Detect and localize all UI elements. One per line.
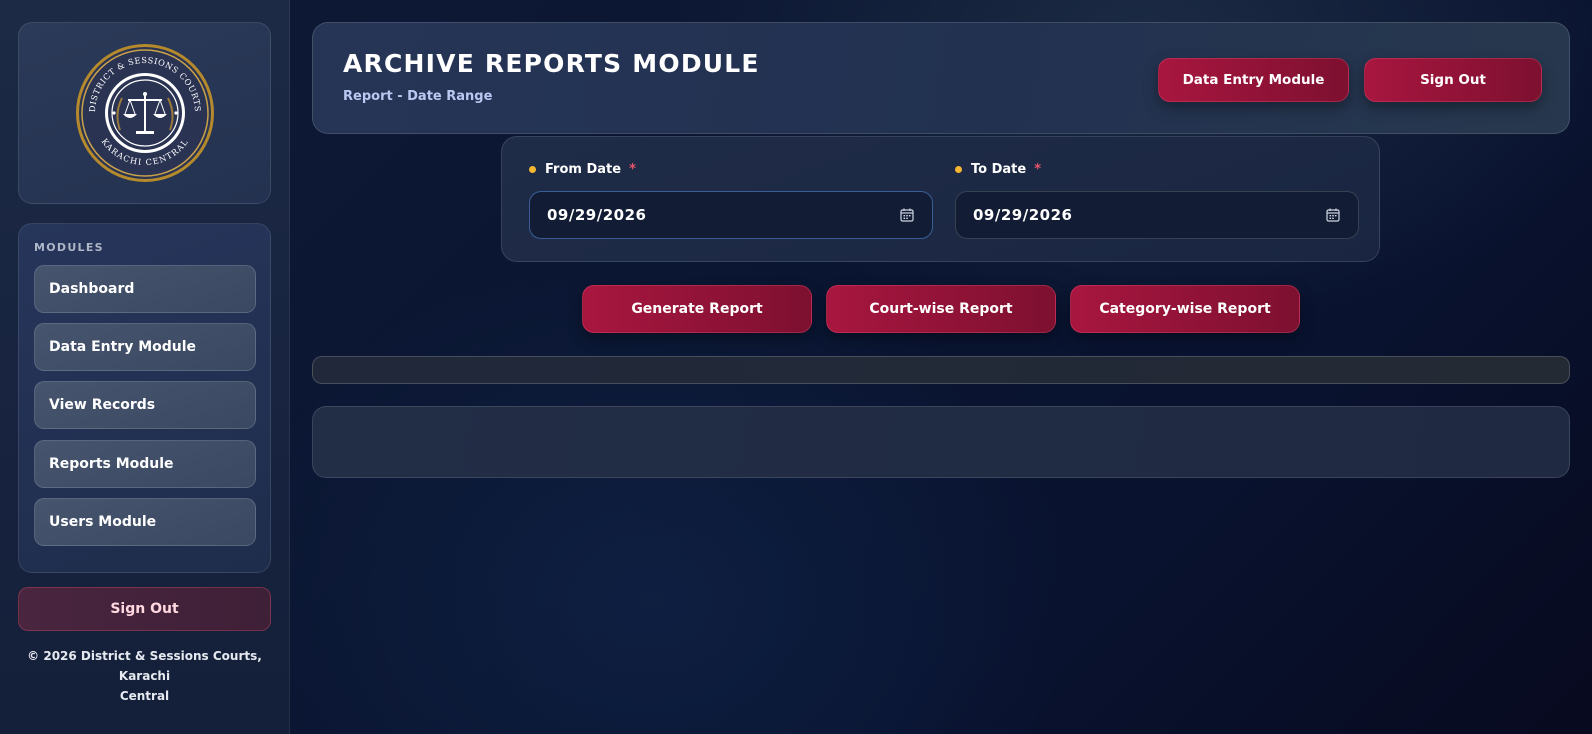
to-date-input[interactable]: 09/29/2026 [955,191,1359,239]
court-seal-logo: DISTRICT & SESSIONS COURTS KARACHI CENTR… [75,44,214,182]
copyright-line-2: Central [119,689,170,703]
results-panel [312,406,1570,478]
to-date-label: To Date * [955,162,1041,177]
generate-report-button[interactable]: Generate Report [582,285,812,333]
page-subtitle: Report - Date Range [343,89,493,104]
sidebar-item-label: View Records [49,397,156,413]
bullet-dot [955,166,962,173]
to-date-value: 09/29/2026 [973,206,1073,224]
modules-panel: MODULES Dashboard Data Entry Module View… [18,223,271,573]
logo-card: DISTRICT & SESSIONS COURTS KARACHI CENTR… [18,22,271,204]
sidebar-item-data-entry[interactable]: Data Entry Module [34,323,256,371]
header-signout-button[interactable]: Sign Out [1364,58,1542,102]
from-date-label: From Date * [529,162,636,177]
calendar-icon[interactable] [900,208,914,222]
sidebar-item-view-records[interactable]: View Records [34,381,256,429]
sidebar-item-dashboard[interactable]: Dashboard [34,265,256,313]
from-date-label-text: From Date [545,162,622,177]
modules-title: MODULES [34,241,104,254]
required-mark: * [629,162,636,177]
sidebar-item-label: Data Entry Module [49,339,197,355]
copyright: © 2026 District & Sessions Courts, Karac… [14,646,275,706]
date-range-form: From Date * 09/29/2026 To Date * 09/29/2… [501,136,1380,262]
data-entry-module-button[interactable]: Data Entry Module [1158,58,1349,102]
required-mark: * [1034,162,1042,177]
page-title: ARCHIVE REPORTS MODULE [343,49,760,78]
copyright-line-1: © 2026 District & Sessions Courts, Karac… [27,649,262,683]
calendar-icon[interactable] [1326,208,1340,222]
sidebar-item-users[interactable]: Users Module [34,498,256,546]
status-bar [312,356,1570,384]
sidebar-item-reports[interactable]: Reports Module [34,440,256,488]
from-date-value: 09/29/2026 [547,206,647,224]
sidebar-item-label: Dashboard [49,281,135,297]
sidebar: DISTRICT & SESSIONS COURTS KARACHI CENTR… [0,0,290,734]
bullet-dot [529,166,536,173]
page-header: ARCHIVE REPORTS MODULE Report - Date Ran… [312,22,1570,134]
category-wise-report-button[interactable]: Category-wise Report [1070,285,1300,333]
sidebar-item-label: Reports Module [49,456,174,472]
to-date-label-text: To Date [971,162,1027,177]
sidebar-signout-button[interactable]: Sign Out [18,587,271,631]
sidebar-item-label: Users Module [49,514,157,530]
court-wise-report-button[interactable]: Court-wise Report [826,285,1056,333]
from-date-input[interactable]: 09/29/2026 [529,191,933,239]
